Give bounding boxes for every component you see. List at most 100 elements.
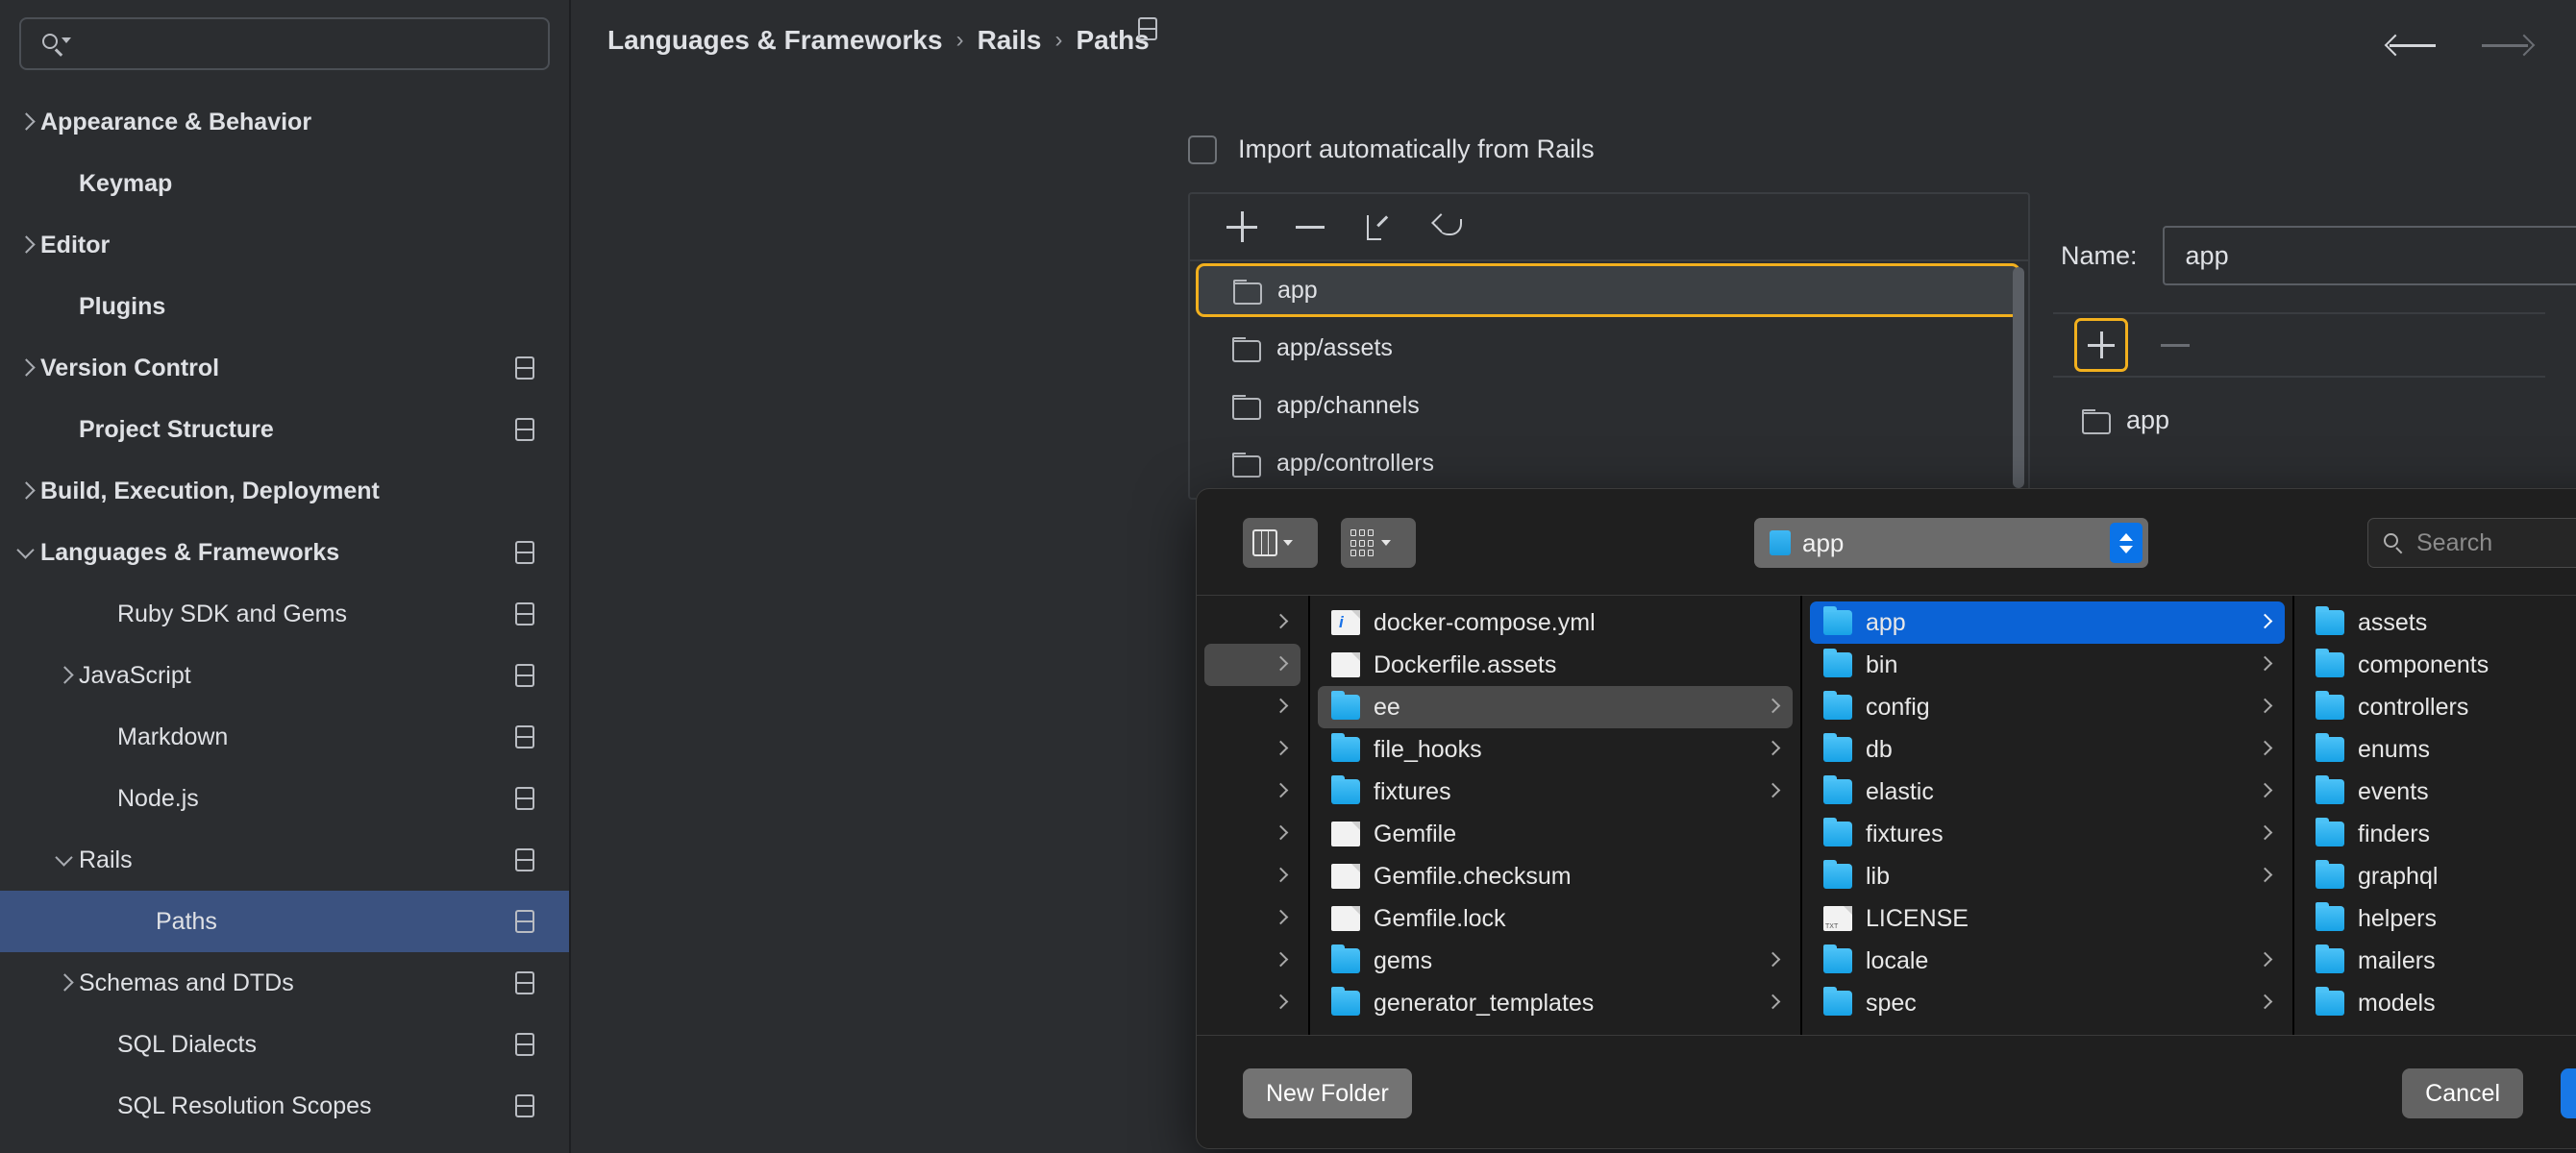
sidebar-item-keymap[interactable]: Keymap: [0, 153, 569, 214]
file-row[interactable]: [1204, 982, 1300, 1024]
file-row[interactable]: lib: [1810, 855, 2285, 897]
chevron-right-icon[interactable]: [17, 111, 38, 133]
file-row[interactable]: config: [1810, 686, 2285, 728]
file-row[interactable]: components: [2302, 644, 2576, 686]
cancel-button[interactable]: Cancel: [2402, 1068, 2523, 1118]
file-row[interactable]: db: [1810, 728, 2285, 771]
import-automatically-checkbox[interactable]: [1188, 135, 1217, 164]
path-popup-button[interactable]: app: [1754, 518, 2148, 568]
file-row[interactable]: locale: [1810, 940, 2285, 982]
file-row[interactable]: Gemfile: [1318, 813, 1793, 855]
file-row[interactable]: controllers: [2302, 686, 2576, 728]
file-row[interactable]: enums: [2302, 728, 2576, 771]
sidebar-item-rails[interactable]: Rails: [0, 829, 569, 891]
sidebar-item-plugins[interactable]: Plugins: [0, 276, 569, 337]
file-row-label: docker-compose.yml: [1374, 608, 1596, 636]
sidebar-item-javascript[interactable]: JavaScript: [0, 645, 569, 706]
sidebar-item-label: Keymap: [79, 169, 173, 197]
file-row[interactable]: events: [2302, 771, 2576, 813]
sidebar-item-node-js[interactable]: Node.js: [0, 768, 569, 829]
file-row[interactable]: [1204, 644, 1300, 686]
file-row[interactable]: [1204, 728, 1300, 771]
chevron-right-icon[interactable]: [17, 234, 38, 256]
dialog-search-input[interactable]: Search: [2367, 518, 2576, 568]
file-row[interactable]: spec: [1810, 982, 2285, 1024]
revert-paths-button[interactable]: [1434, 211, 1465, 242]
chevron-right-icon[interactable]: [17, 480, 38, 502]
sidebar-item-markdown[interactable]: Markdown: [0, 706, 569, 768]
import-paths-button[interactable]: [1365, 211, 1396, 242]
file-row[interactable]: Gemfile.lock: [1318, 897, 1793, 940]
sidebar-item-languages-frameworks[interactable]: Languages & Frameworks: [0, 522, 569, 583]
file-row[interactable]: models: [2302, 982, 2576, 1024]
file-row[interactable]: Dockerfile.assets: [1318, 644, 1793, 686]
file-row[interactable]: app: [1810, 601, 2285, 644]
file-row[interactable]: Gemfile.checksum: [1318, 855, 1793, 897]
add-path-button[interactable]: [1226, 211, 1257, 242]
file-row[interactable]: [1204, 686, 1300, 728]
add-folder-button[interactable]: [2074, 318, 2128, 372]
sidebar-item-label: Languages & Frameworks: [40, 538, 340, 566]
remove-folder-button[interactable]: [2161, 330, 2192, 360]
chevron-right-icon[interactable]: [56, 972, 77, 994]
chevron-right-icon: [2258, 826, 2273, 842]
search-input[interactable]: [19, 17, 550, 70]
file-row[interactable]: graphql: [2302, 855, 2576, 897]
sidebar-item-project-structure[interactable]: Project Structure: [0, 399, 569, 460]
chevron-right-icon[interactable]: [56, 665, 77, 686]
file-row[interactable]: [1204, 940, 1300, 982]
breadcrumb-part-2[interactable]: Rails: [978, 25, 1042, 56]
sidebar-item-editor[interactable]: Editor: [0, 214, 569, 276]
file-row[interactable]: helpers: [2302, 897, 2576, 940]
column-view-button[interactable]: [1243, 518, 1318, 568]
path-stepper[interactable]: [2110, 523, 2143, 563]
file-row[interactable]: mailers: [2302, 940, 2576, 982]
import-automatically-row[interactable]: Import automatically from Rails: [1188, 135, 1595, 164]
file-row[interactable]: fixtures: [1810, 813, 2285, 855]
remove-path-button[interactable]: [1296, 211, 1326, 242]
sidebar-item-label: Paths: [156, 907, 217, 935]
file-row[interactable]: [1204, 897, 1300, 940]
file-row[interactable]: LICENSE: [1810, 897, 2285, 940]
file-row[interactable]: assets: [2302, 601, 2576, 644]
sidebar-item-sql-dialects[interactable]: SQL Dialects: [0, 1014, 569, 1075]
file-row[interactable]: generator_templates: [1318, 982, 1793, 1024]
sidebar-item-build-execution-deployment[interactable]: Build, Execution, Deployment: [0, 460, 569, 522]
file-row[interactable]: [1204, 601, 1300, 644]
file-row[interactable]: elastic: [1810, 771, 2285, 813]
path-list-item[interactable]: app/controllers: [1190, 434, 2028, 492]
chevron-down-icon[interactable]: [56, 849, 77, 871]
file-row[interactable]: [1204, 855, 1300, 897]
sidebar-item-paths[interactable]: Paths: [0, 891, 569, 952]
back-arrow-icon[interactable]: [2384, 31, 2438, 60]
paths-scrollbar[interactable]: [2013, 267, 2024, 488]
chevron-right-icon[interactable]: [17, 357, 38, 379]
name-input[interactable]: [2162, 226, 2576, 285]
folder-list-item[interactable]: app: [2053, 391, 2545, 449]
file-row[interactable]: docker-compose.yml: [1318, 601, 1793, 644]
path-list-item[interactable]: app: [1196, 263, 2020, 317]
file-row[interactable]: fixtures: [1318, 771, 1793, 813]
file-row[interactable]: ee: [1318, 686, 1793, 728]
new-folder-button[interactable]: New Folder: [1243, 1068, 1412, 1118]
sidebar-item-ruby-sdk-and-gems[interactable]: Ruby SDK and Gems: [0, 583, 569, 645]
file-row[interactable]: [1204, 813, 1300, 855]
project-scope-icon: [515, 787, 534, 810]
sidebar-item-version-control[interactable]: Version Control: [0, 337, 569, 399]
chevron-down-icon[interactable]: [17, 542, 38, 563]
path-list-item[interactable]: app/assets: [1190, 319, 2028, 377]
sidebar-item-sql-resolution-scopes[interactable]: SQL Resolution Scopes: [0, 1075, 569, 1137]
group-view-button[interactable]: [1341, 518, 1416, 568]
sidebar-item-appearance-behavior[interactable]: Appearance & Behavior: [0, 91, 569, 153]
forward-arrow-icon[interactable]: [2482, 31, 2536, 60]
file-row[interactable]: finders: [2302, 813, 2576, 855]
file-row[interactable]: gems: [1318, 940, 1793, 982]
path-list-item[interactable]: app/channels: [1190, 377, 2028, 434]
breadcrumb-part-1[interactable]: Languages & Frameworks: [607, 25, 943, 56]
file-row[interactable]: file_hooks: [1318, 728, 1793, 771]
file-row[interactable]: bin: [1810, 644, 2285, 686]
folder-icon: [1232, 337, 1261, 362]
sidebar-item-schemas-and-dtds[interactable]: Schemas and DTDs: [0, 952, 569, 1014]
file-row[interactable]: [1204, 771, 1300, 813]
open-button[interactable]: Open: [2560, 1068, 2576, 1118]
